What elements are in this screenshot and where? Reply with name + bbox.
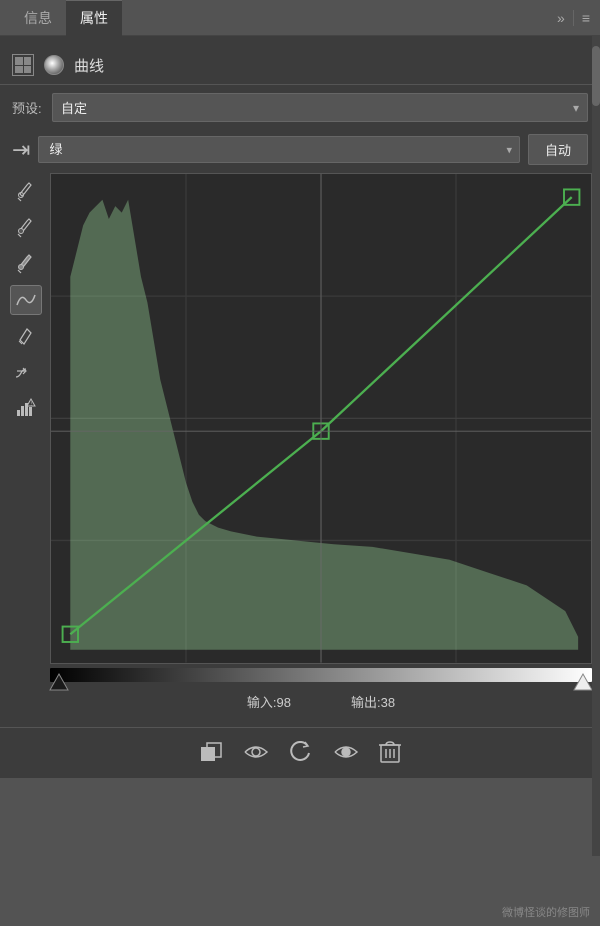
curve-canvas[interactable] xyxy=(50,173,592,664)
eyedropper-mid-icon xyxy=(17,217,35,239)
pencil-tool-btn[interactable] xyxy=(10,321,42,351)
mask-icon xyxy=(44,55,64,75)
scatter-icon[interactable]: ⇥ xyxy=(12,137,30,163)
curve-tool-btn[interactable] xyxy=(10,285,42,315)
eyedropper-black-icon xyxy=(17,253,35,275)
input-label: 输入:98 xyxy=(247,692,291,711)
reset-btn[interactable] xyxy=(289,741,313,769)
slider-row xyxy=(50,664,592,682)
white-handle[interactable] xyxy=(572,672,594,694)
delete-btn[interactable] xyxy=(379,740,401,770)
histogram-warning-icon: ! xyxy=(15,398,37,418)
divider xyxy=(573,10,574,26)
tab-properties[interactable]: 属性 xyxy=(66,0,122,36)
curve-title: 曲线 xyxy=(74,55,104,76)
smooth-icon xyxy=(15,363,37,381)
properties-panel: 曲线 预设: 自定 ▾ ⇥ 绿 RGB 红 蓝 ▾ 自动 xyxy=(0,36,600,778)
channel-row: ⇥ 绿 RGB 红 蓝 ▾ 自动 xyxy=(0,130,600,173)
pencil-icon xyxy=(17,326,35,346)
header-right: » ≡ xyxy=(557,10,590,26)
grid-icon xyxy=(12,54,34,76)
channel-select[interactable]: 绿 RGB 红 蓝 xyxy=(38,136,520,163)
curve-svg xyxy=(51,174,591,663)
channel-select-wrapper: 绿 RGB 红 蓝 ▾ xyxy=(38,136,520,163)
view-icon xyxy=(333,742,359,762)
menu-icon[interactable]: ≡ xyxy=(582,10,590,26)
watermark: 微博怪谈的修图师 xyxy=(502,904,590,920)
curve-title-row: 曲线 xyxy=(0,46,600,85)
header-tabs: 信息 属性 » ≡ xyxy=(0,0,600,36)
view-btn[interactable] xyxy=(333,742,359,768)
preset-row: 预设: 自定 ▾ xyxy=(0,85,600,130)
clip-layer-btn[interactable] xyxy=(199,741,223,769)
black-handle[interactable] xyxy=(48,672,70,694)
smooth-tool-btn[interactable] xyxy=(10,357,42,387)
eyedropper-black-btn[interactable] xyxy=(10,249,42,279)
bottom-bar xyxy=(0,727,600,778)
clip-layer-icon xyxy=(199,741,223,763)
expand-icon[interactable]: » xyxy=(557,10,565,26)
auto-button[interactable]: 自动 xyxy=(528,134,588,165)
eyedropper-white-btn[interactable] xyxy=(10,177,42,207)
visibility-icon xyxy=(243,742,269,762)
output-label: 输出:38 xyxy=(351,692,395,711)
preset-label: 预设: xyxy=(12,98,44,117)
io-row: 输入:98 输出:38 xyxy=(50,682,592,719)
curve-tool-icon xyxy=(15,291,37,309)
scrollbar-thumb[interactable] xyxy=(592,46,600,106)
histogram-warning-btn[interactable]: ! xyxy=(10,393,42,423)
eyedropper-mid-btn[interactable] xyxy=(10,213,42,243)
scrollbar[interactable] xyxy=(592,36,600,856)
channel-left: ⇥ xyxy=(12,137,30,163)
svg-text:!: ! xyxy=(31,402,32,408)
black-white-slider[interactable] xyxy=(50,668,592,682)
delete-icon xyxy=(379,740,401,764)
reset-icon xyxy=(289,741,313,763)
visibility-btn[interactable] xyxy=(243,742,269,768)
left-toolbar: ! xyxy=(8,173,44,719)
preset-select[interactable]: 自定 ▾ xyxy=(52,93,588,122)
curve-area: 输入:98 输出:38 xyxy=(50,173,592,719)
eyedropper-white-icon xyxy=(17,181,35,203)
tab-info[interactable]: 信息 xyxy=(10,0,66,36)
main-area: ! xyxy=(0,173,600,719)
